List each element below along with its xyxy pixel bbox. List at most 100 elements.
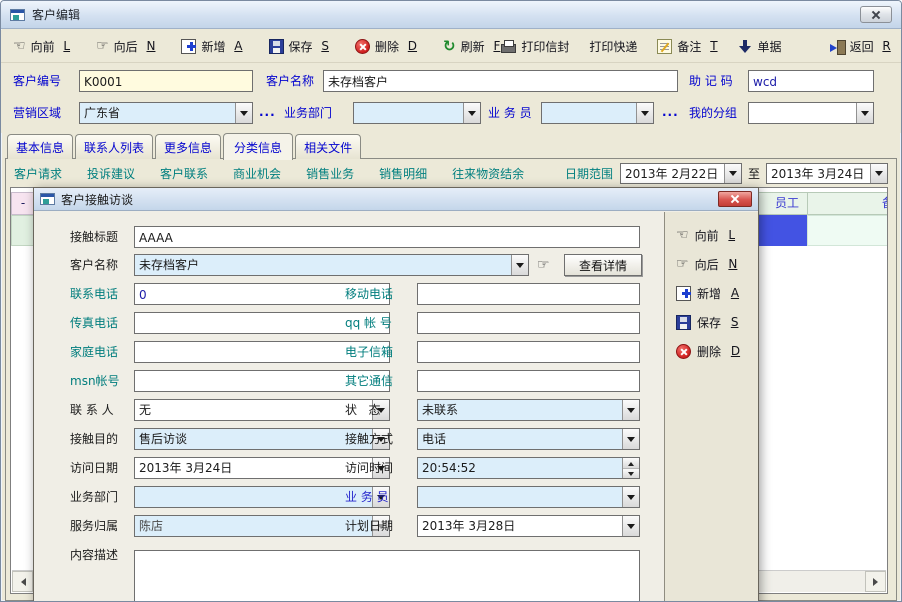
tab-basic-info[interactable]: 基本信息 — [7, 134, 73, 159]
window-title: 客户编辑 — [32, 6, 80, 23]
region-ellipsis-button[interactable]: ... — [259, 102, 276, 124]
side-add-button[interactable]: 新增 A — [676, 283, 758, 303]
qq-input[interactable] — [417, 312, 640, 334]
chevron-down-icon — [511, 255, 528, 275]
side-save-button[interactable]: 保存 S — [676, 312, 758, 332]
dept-dropdown[interactable] — [353, 102, 481, 124]
shortcut-key: S — [731, 315, 739, 329]
chevron-down-icon — [622, 400, 639, 420]
customer-code-input[interactable]: K0001 — [79, 70, 253, 92]
shortcut-key: D — [731, 344, 740, 358]
tab-more-info[interactable]: 更多信息 — [155, 134, 221, 159]
side-forward-button[interactable]: ☜向前 L — [676, 225, 758, 245]
view-detail-button[interactable]: 查看详情 — [564, 254, 642, 276]
my-group-value — [749, 103, 856, 123]
email-input[interactable] — [417, 341, 640, 363]
salesman-dropdown[interactable] — [541, 102, 654, 124]
scroll-left-button[interactable] — [12, 571, 33, 592]
contact-title-input[interactable]: AAAA — [134, 226, 640, 248]
dialog-salesman-dropdown[interactable] — [417, 486, 640, 508]
my-group-dropdown[interactable] — [748, 102, 874, 124]
button-label: 单据 — [758, 38, 782, 55]
scroll-right-button[interactable] — [865, 571, 886, 592]
toolbar-add-button[interactable]: 新增 A — [181, 38, 242, 55]
qq-label: qq 帐 号 — [345, 312, 392, 334]
status-label: 状 态 — [345, 399, 380, 421]
dept-label: 业务部门 — [284, 102, 332, 124]
shortcut-key: L — [728, 228, 735, 242]
customer-name-input[interactable]: 未存档客户 — [323, 70, 678, 92]
customer-name-label: 客户名称 — [266, 70, 314, 92]
visit-time-label: 访问时间 — [345, 457, 393, 479]
subtab-sales-business[interactable]: 销售业务 — [306, 165, 354, 182]
toolbar-refresh-button[interactable]: ↻刷新 F — [443, 38, 500, 55]
subtab-goods-balance[interactable]: 往来物资结余 — [452, 165, 524, 182]
button-label: 备注 — [677, 38, 705, 55]
grid-cell[interactable] — [807, 215, 888, 246]
save-icon — [269, 39, 284, 54]
method-value: 电话 — [418, 429, 622, 449]
spinner-buttons[interactable] — [622, 458, 639, 478]
toolbar-print-envelope-button[interactable]: 打印信封 — [500, 38, 569, 55]
other-contact-input[interactable] — [417, 370, 640, 392]
tab-contact-list[interactable]: 联系人列表 — [75, 134, 153, 159]
chevron-down-icon — [463, 103, 480, 123]
status-dropdown[interactable]: 未联系 — [417, 399, 640, 421]
toolbar-delete-button[interactable]: 删除 D — [355, 38, 417, 55]
toolbar-forward-button[interactable]: ☜向前 L — [13, 38, 70, 55]
subtab-sales-detail[interactable]: 销售明细 — [379, 165, 427, 182]
side-next-button[interactable]: ☞向后 N — [676, 254, 758, 274]
main-tabs: 基本信息 联系人列表 更多信息 分类信息 相关文件 — [7, 133, 363, 159]
dialog-close-button[interactable] — [718, 191, 752, 207]
date-range-label: 日期范围 — [565, 165, 613, 182]
dialog-customer-name-dropdown[interactable]: 未存档客户 — [134, 254, 529, 276]
visit-date-value: 2013年 3月24日 — [135, 458, 372, 478]
tab-related-files[interactable]: 相关文件 — [295, 134, 361, 159]
chevron-down-icon — [235, 103, 252, 123]
button-label: 删除 — [375, 38, 403, 55]
plan-date-dropdown[interactable]: 2013年 3月28日 — [417, 515, 640, 537]
toolbar-save-button[interactable]: 保存 S — [269, 38, 329, 55]
shortcut-key: L — [63, 39, 70, 53]
date-to-dropdown[interactable]: 2013年 3月24日 — [766, 163, 888, 184]
mnemonic-input[interactable]: wcd — [748, 70, 874, 92]
customer-code-label: 客户编号 — [13, 70, 61, 92]
subtab-complaint-suggestion[interactable]: 投诉建议 — [87, 165, 135, 182]
button-label: 向后 — [695, 256, 723, 273]
side-delete-button[interactable]: 删除 D — [676, 341, 758, 361]
shortcut-key: A — [234, 39, 242, 53]
toolbar-documents-button[interactable]: 单据 — [738, 38, 782, 55]
sub-tab-bar: 客户请求 投诉建议 客户联系 商业机会 销售业务 销售明细 往来物资结余 日期范… — [6, 159, 896, 187]
customer-edit-window: 客户编辑 ☜向前 L ☞向后 N 新增 A 保存 S 删除 D ↻刷新 F 打印… — [0, 0, 902, 602]
toolbar-note-button[interactable]: 备注 T — [657, 38, 717, 55]
date-from-dropdown[interactable]: 2013年 2月22日 — [620, 163, 742, 184]
subtab-business-opportunity[interactable]: 商业机会 — [233, 165, 281, 182]
shortcut-key: A — [731, 286, 739, 300]
fax-label: 传真电话 — [70, 312, 118, 334]
hand-left-icon: ☜ — [13, 39, 26, 53]
shortcut-key: N — [146, 39, 155, 53]
subtab-customer-request[interactable]: 客户请求 — [14, 165, 62, 182]
save-icon — [676, 315, 691, 330]
button-label: 返回 — [850, 38, 878, 55]
method-dropdown[interactable]: 电话 — [417, 428, 640, 450]
return-icon — [830, 39, 845, 54]
window-close-button[interactable] — [860, 6, 892, 23]
date-from-value: 2013年 2月22日 — [621, 164, 724, 183]
toolbar-left-group: ☜向前 L ☞向后 N 新增 A 保存 S 删除 D ↻刷新 F — [13, 38, 500, 55]
toolbar-return-button[interactable]: 返回 R — [830, 38, 891, 55]
shortcut-key: R — [882, 39, 890, 53]
subtab-customer-contact[interactable]: 客户联系 — [160, 165, 208, 182]
pointer-icon[interactable]: ☞ — [537, 258, 550, 272]
button-label: 向前 — [695, 227, 723, 244]
visit-time-spinner[interactable]: 20:54:52 — [417, 457, 640, 479]
toolbar-next-button[interactable]: ☞向后 N — [96, 38, 155, 55]
description-textarea[interactable] — [134, 550, 640, 602]
msn-label: msn帐号 — [70, 370, 120, 392]
tab-category-info[interactable]: 分类信息 — [223, 133, 293, 160]
region-dropdown[interactable]: 广东省 — [79, 102, 253, 124]
chevron-down-icon — [636, 103, 653, 123]
salesman-ellipsis-button[interactable]: ... — [662, 102, 679, 124]
mobile-input[interactable] — [417, 283, 640, 305]
toolbar-print-express-button[interactable]: 打印快递 — [589, 38, 637, 55]
